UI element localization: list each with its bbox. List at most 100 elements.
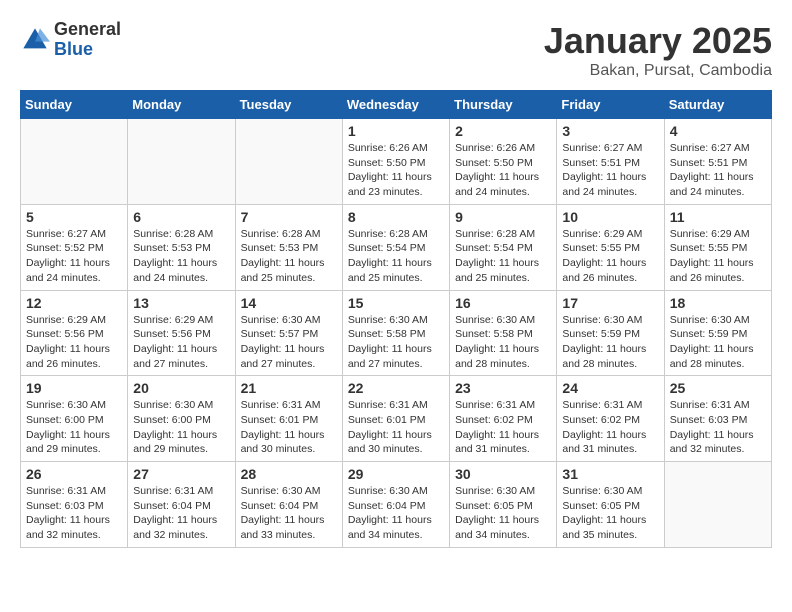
calendar-day-cell: 25 Sunrise: 6:31 AM Sunset: 6:03 PM Dayli… — [664, 376, 771, 462]
calendar-day-cell: 12 Sunrise: 6:29 AM Sunset: 5:56 PM Dayli… — [21, 290, 128, 376]
day-number: 30 — [455, 466, 551, 482]
day-number: 18 — [670, 295, 766, 311]
day-number: 26 — [26, 466, 122, 482]
day-info: Sunrise: 6:30 AM Sunset: 6:05 PM Dayligh… — [562, 484, 658, 543]
day-info: Sunrise: 6:27 AM Sunset: 5:51 PM Dayligh… — [562, 141, 658, 200]
calendar-day-cell: 21 Sunrise: 6:31 AM Sunset: 6:01 PM Dayli… — [235, 376, 342, 462]
day-info: Sunrise: 6:30 AM Sunset: 5:59 PM Dayligh… — [670, 313, 766, 372]
calendar-subtitle: Bakan, Pursat, Cambodia — [544, 62, 772, 80]
calendar-day-cell: 5 Sunrise: 6:27 AM Sunset: 5:52 PM Daylig… — [21, 204, 128, 290]
day-info: Sunrise: 6:30 AM Sunset: 6:04 PM Dayligh… — [241, 484, 337, 543]
day-number: 2 — [455, 123, 551, 139]
calendar-day-cell: 27 Sunrise: 6:31 AM Sunset: 6:04 PM Dayli… — [128, 462, 235, 548]
day-info: Sunrise: 6:28 AM Sunset: 5:54 PM Dayligh… — [348, 227, 444, 286]
day-info: Sunrise: 6:29 AM Sunset: 5:55 PM Dayligh… — [670, 227, 766, 286]
day-info: Sunrise: 6:27 AM Sunset: 5:51 PM Dayligh… — [670, 141, 766, 200]
day-info: Sunrise: 6:31 AM Sunset: 6:03 PM Dayligh… — [26, 484, 122, 543]
calendar-title: January 2025 — [544, 20, 772, 62]
calendar-day-cell: 11 Sunrise: 6:29 AM Sunset: 5:55 PM Dayli… — [664, 204, 771, 290]
day-number: 7 — [241, 209, 337, 225]
day-info: Sunrise: 6:30 AM Sunset: 6:00 PM Dayligh… — [26, 398, 122, 457]
calendar-day-cell: 3 Sunrise: 6:27 AM Sunset: 5:51 PM Daylig… — [557, 119, 664, 205]
logo-blue-text: Blue — [54, 40, 121, 60]
page-header: General Blue January 2025 Bakan, Pursat,… — [20, 20, 772, 80]
day-number: 19 — [26, 380, 122, 396]
day-number: 11 — [670, 209, 766, 225]
day-info: Sunrise: 6:29 AM Sunset: 5:55 PM Dayligh… — [562, 227, 658, 286]
day-info: Sunrise: 6:30 AM Sunset: 5:58 PM Dayligh… — [455, 313, 551, 372]
day-info: Sunrise: 6:31 AM Sunset: 6:02 PM Dayligh… — [562, 398, 658, 457]
weekday-header-friday: Friday — [557, 91, 664, 119]
day-info: Sunrise: 6:29 AM Sunset: 5:56 PM Dayligh… — [26, 313, 122, 372]
day-number: 28 — [241, 466, 337, 482]
calendar-day-cell: 14 Sunrise: 6:30 AM Sunset: 5:57 PM Dayli… — [235, 290, 342, 376]
day-info: Sunrise: 6:30 AM Sunset: 5:57 PM Dayligh… — [241, 313, 337, 372]
calendar-week-row: 26 Sunrise: 6:31 AM Sunset: 6:03 PM Dayli… — [21, 462, 772, 548]
day-info: Sunrise: 6:31 AM Sunset: 6:01 PM Dayligh… — [241, 398, 337, 457]
calendar-day-cell — [664, 462, 771, 548]
day-info: Sunrise: 6:28 AM Sunset: 5:53 PM Dayligh… — [241, 227, 337, 286]
day-number: 20 — [133, 380, 229, 396]
day-number: 9 — [455, 209, 551, 225]
day-number: 12 — [26, 295, 122, 311]
calendar-day-cell: 9 Sunrise: 6:28 AM Sunset: 5:54 PM Daylig… — [450, 204, 557, 290]
day-number: 14 — [241, 295, 337, 311]
calendar-day-cell: 10Sunrise: 6:29 AM Sunset: 5:55 PM Dayli… — [557, 204, 664, 290]
day-number: 3 — [562, 123, 658, 139]
day-number: 6 — [133, 209, 229, 225]
calendar-day-cell: 28 Sunrise: 6:30 AM Sunset: 6:04 PM Dayli… — [235, 462, 342, 548]
calendar-week-row: 5 Sunrise: 6:27 AM Sunset: 5:52 PM Daylig… — [21, 204, 772, 290]
calendar-day-cell: 19 Sunrise: 6:30 AM Sunset: 6:00 PM Dayli… — [21, 376, 128, 462]
day-info: Sunrise: 6:27 AM Sunset: 5:52 PM Dayligh… — [26, 227, 122, 286]
calendar-day-cell: 1Sunrise: 6:26 AM Sunset: 5:50 PM Daylig… — [342, 119, 449, 205]
day-info: Sunrise: 6:26 AM Sunset: 5:50 PM Dayligh… — [455, 141, 551, 200]
calendar-day-cell: 23Sunrise: 6:31 AM Sunset: 6:02 PM Dayli… — [450, 376, 557, 462]
day-number: 13 — [133, 295, 229, 311]
calendar-day-cell: 6Sunrise: 6:28 AM Sunset: 5:53 PM Daylig… — [128, 204, 235, 290]
calendar-day-cell: 29 Sunrise: 6:30 AM Sunset: 6:04 PM Dayli… — [342, 462, 449, 548]
weekday-header-thursday: Thursday — [450, 91, 557, 119]
calendar-day-cell: 15 Sunrise: 6:30 AM Sunset: 5:58 PM Dayli… — [342, 290, 449, 376]
calendar-day-cell: 8Sunrise: 6:28 AM Sunset: 5:54 PM Daylig… — [342, 204, 449, 290]
weekday-header-sunday: Sunday — [21, 91, 128, 119]
day-number: 27 — [133, 466, 229, 482]
calendar-table: SundayMondayTuesdayWednesdayThursdayFrid… — [20, 90, 772, 548]
day-number: 17 — [562, 295, 658, 311]
day-number: 22 — [348, 380, 444, 396]
calendar-day-cell: 4Sunrise: 6:27 AM Sunset: 5:51 PM Daylig… — [664, 119, 771, 205]
day-info: Sunrise: 6:31 AM Sunset: 6:03 PM Dayligh… — [670, 398, 766, 457]
day-number: 15 — [348, 295, 444, 311]
day-info: Sunrise: 6:30 AM Sunset: 6:05 PM Dayligh… — [455, 484, 551, 543]
day-number: 29 — [348, 466, 444, 482]
calendar-day-cell: 20Sunrise: 6:30 AM Sunset: 6:00 PM Dayli… — [128, 376, 235, 462]
weekday-header-row: SundayMondayTuesdayWednesdayThursdayFrid… — [21, 91, 772, 119]
day-number: 21 — [241, 380, 337, 396]
day-number: 25 — [670, 380, 766, 396]
title-area: January 2025 Bakan, Pursat, Cambodia — [544, 20, 772, 80]
calendar-day-cell: 2 Sunrise: 6:26 AM Sunset: 5:50 PM Daylig… — [450, 119, 557, 205]
day-info: Sunrise: 6:31 AM Sunset: 6:04 PM Dayligh… — [133, 484, 229, 543]
calendar-day-cell — [235, 119, 342, 205]
day-info: Sunrise: 6:30 AM Sunset: 6:04 PM Dayligh… — [348, 484, 444, 543]
calendar-day-cell: 24 Sunrise: 6:31 AM Sunset: 6:02 PM Dayli… — [557, 376, 664, 462]
weekday-header-monday: Monday — [128, 91, 235, 119]
day-number: 31 — [562, 466, 658, 482]
calendar-day-cell: 31 Sunrise: 6:30 AM Sunset: 6:05 PM Dayli… — [557, 462, 664, 548]
day-number: 16 — [455, 295, 551, 311]
calendar-day-cell — [128, 119, 235, 205]
calendar-day-cell: 7 Sunrise: 6:28 AM Sunset: 5:53 PM Daylig… — [235, 204, 342, 290]
day-info: Sunrise: 6:30 AM Sunset: 5:59 PM Dayligh… — [562, 313, 658, 372]
day-number: 24 — [562, 380, 658, 396]
day-info: Sunrise: 6:29 AM Sunset: 5:56 PM Dayligh… — [133, 313, 229, 372]
day-info: Sunrise: 6:28 AM Sunset: 5:54 PM Dayligh… — [455, 227, 551, 286]
weekday-header-wednesday: Wednesday — [342, 91, 449, 119]
logo-general-text: General — [54, 20, 121, 40]
calendar-day-cell: 17 Sunrise: 6:30 AM Sunset: 5:59 PM Dayli… — [557, 290, 664, 376]
day-number: 1 — [348, 123, 444, 139]
day-info: Sunrise: 6:30 AM Sunset: 5:58 PM Dayligh… — [348, 313, 444, 372]
calendar-week-row: 12 Sunrise: 6:29 AM Sunset: 5:56 PM Dayli… — [21, 290, 772, 376]
logo: General Blue — [20, 20, 121, 60]
weekday-header-tuesday: Tuesday — [235, 91, 342, 119]
calendar-day-cell: 22Sunrise: 6:31 AM Sunset: 6:01 PM Dayli… — [342, 376, 449, 462]
day-number: 5 — [26, 209, 122, 225]
